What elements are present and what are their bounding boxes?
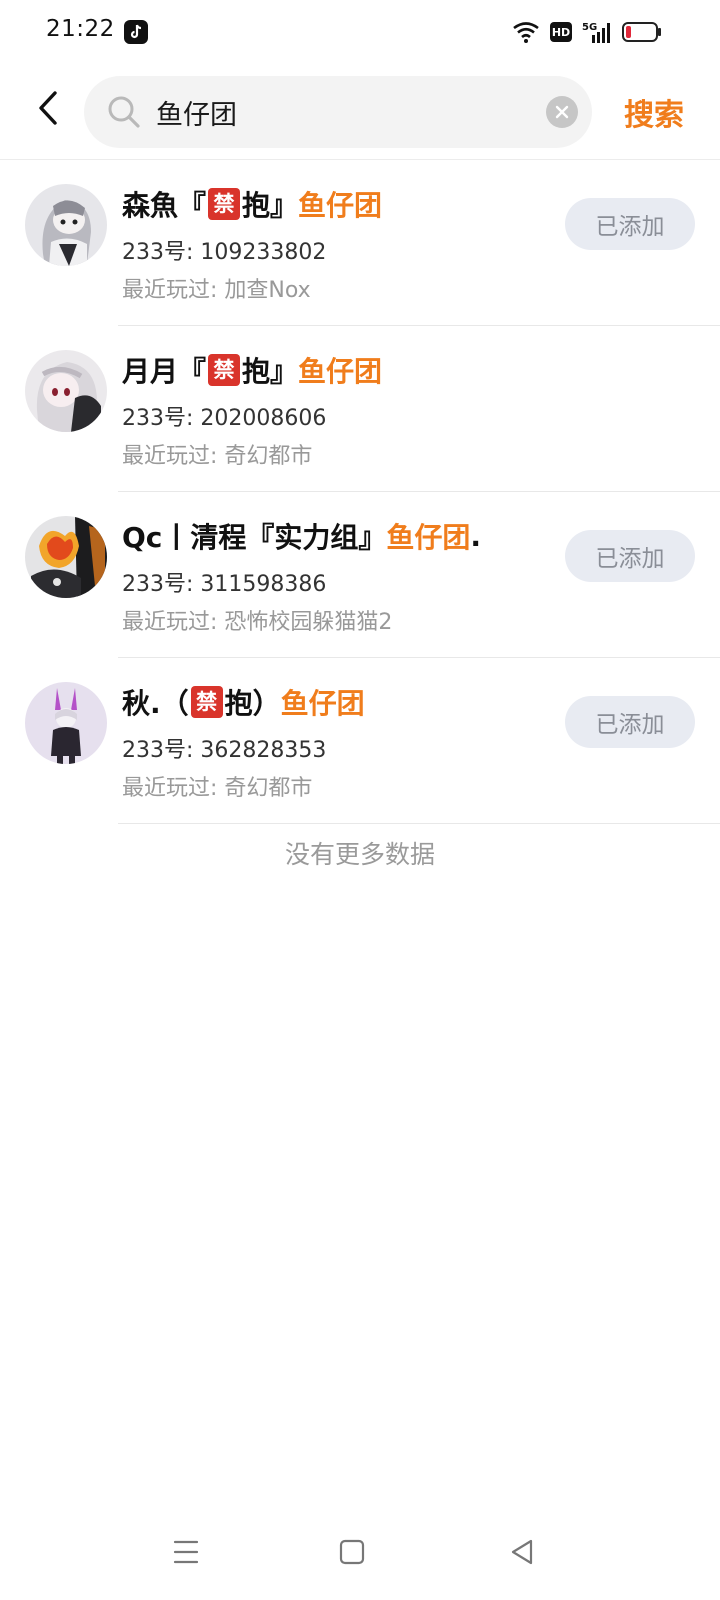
hd-icon: HD (550, 22, 572, 42)
avatar[interactable] (25, 516, 107, 598)
back-button[interactable] (28, 88, 68, 128)
name-suffix: . (470, 519, 482, 553)
list-item[interactable]: 月月『禁抱』 鱼仔团 233号: 202008606 最近玩过: 奇幻都市 (0, 326, 720, 492)
name-highlight: 鱼仔团 (386, 521, 471, 554)
navigation-bar (0, 1520, 720, 1600)
added-button[interactable]: 已添加 (565, 530, 695, 582)
added-button[interactable]: 已添加 (565, 696, 695, 748)
user-name: 月月『禁抱』 鱼仔团 (122, 350, 382, 390)
menu-button[interactable] (166, 1532, 206, 1572)
name-mid: 抱』 (242, 355, 299, 388)
name-prefix: 月月『 (122, 355, 207, 388)
back-nav-button[interactable] (502, 1532, 542, 1572)
status-time: 21:22 (46, 16, 115, 42)
search-button[interactable]: 搜索 (624, 90, 684, 134)
tiktok-icon (124, 20, 148, 44)
ban-badge: 禁 (208, 188, 241, 220)
status-icons: HD 5G (512, 18, 662, 46)
user-name: 秋.（禁抱） 鱼仔团 (122, 682, 365, 722)
no-more-data-text: 没有更多数据 (284, 840, 435, 869)
search-header: 搜索 (0, 64, 720, 160)
recent-played: 最近玩过: 加查Nox (122, 278, 311, 303)
user-id: 233号: 362828353 (122, 738, 327, 763)
name-highlight: 鱼仔团 (298, 189, 383, 222)
ban-badge: 禁 (190, 686, 223, 718)
search-box[interactable] (84, 76, 592, 148)
avatar[interactable] (25, 184, 107, 266)
divider (118, 823, 720, 824)
avatar[interactable] (25, 682, 107, 764)
result-list: 森魚『禁抱』 鱼仔团 233号: 109233802 最近玩过: 加查Nox 已添… (0, 160, 720, 824)
signal-5g-icon: 5G (582, 22, 610, 43)
added-button[interactable]: 已添加 (565, 198, 695, 250)
wifi-icon (513, 22, 539, 43)
menu-icon (173, 1540, 199, 1564)
name-mid: 抱』 (242, 189, 299, 222)
battery-low-icon (622, 22, 661, 42)
name-prefix: Qc丨清程『实力组』 (122, 521, 387, 554)
search-input[interactable] (156, 90, 516, 134)
search-icon (108, 96, 140, 128)
name-highlight: 鱼仔团 (298, 355, 383, 388)
list-item[interactable]: Qc丨清程『实力组』 鱼仔团. 233号: 311598386 最近玩过: 恐怖校… (0, 492, 720, 658)
home-button[interactable] (332, 1532, 372, 1572)
recent-played: 最近玩过: 恐怖校园躲猫猫2 (122, 610, 393, 635)
recent-played: 最近玩过: 奇幻都市 (122, 444, 313, 469)
user-id: 233号: 311598386 (122, 572, 327, 597)
user-name: Qc丨清程『实力组』 鱼仔团. (122, 516, 481, 556)
list-item[interactable]: 秋.（禁抱） 鱼仔团 233号: 362828353 最近玩过: 奇幻都市 已添加 (0, 658, 720, 824)
avatar[interactable] (25, 350, 107, 432)
list-item[interactable]: 森魚『禁抱』 鱼仔团 233号: 109233802 最近玩过: 加查Nox 已添… (0, 160, 720, 326)
recent-played: 最近玩过: 奇幻都市 (122, 776, 313, 801)
name-mid: 抱） (224, 687, 281, 720)
name-highlight: 鱼仔团 (280, 687, 365, 720)
ban-badge: 禁 (208, 354, 241, 386)
name-prefix: 森魚『 (122, 189, 207, 222)
clear-icon[interactable] (546, 96, 578, 128)
home-icon (339, 1539, 365, 1565)
network-label: 5G (582, 22, 597, 33)
user-id: 233号: 109233802 (122, 240, 327, 265)
user-name: 森魚『禁抱』 鱼仔团 (122, 184, 382, 224)
status-bar: 21:22 HD 5G (0, 0, 720, 64)
chevron-left-icon (39, 91, 57, 125)
name-prefix: 秋.（ (122, 687, 189, 720)
user-id: 233号: 202008606 (122, 406, 327, 431)
back-triangle-icon (511, 1539, 533, 1565)
